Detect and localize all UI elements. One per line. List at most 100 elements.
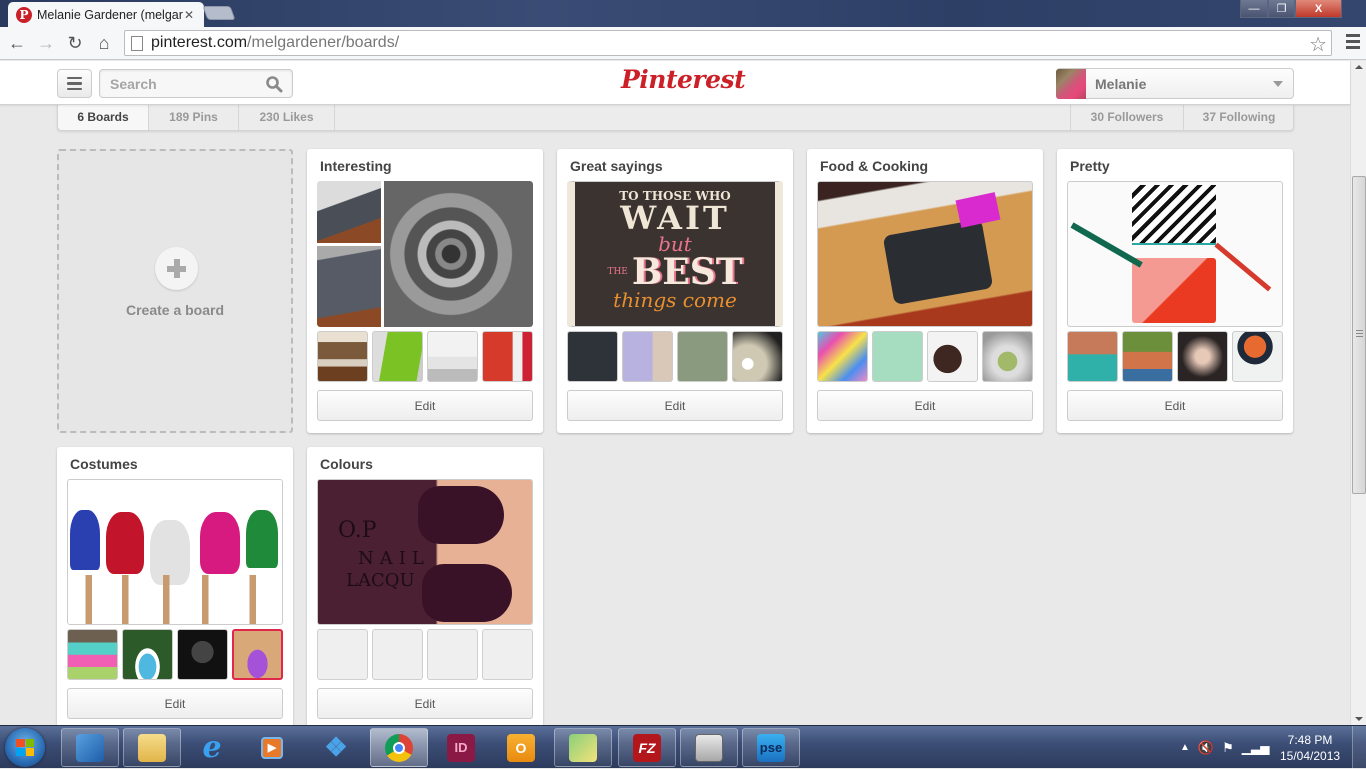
taskbar-sticky-notes[interactable] [554, 728, 612, 767]
chrome-menu-icon[interactable] [1346, 34, 1360, 49]
taskbar-internet-explorer[interactable]: e [183, 728, 241, 767]
clock-date: 15/04/2013 [1280, 749, 1341, 763]
taskbar-calculator[interactable] [680, 728, 738, 767]
board-thumbnails [317, 629, 533, 680]
board-cover-image[interactable] [67, 479, 283, 625]
maximize-button[interactable]: ❐ [1268, 0, 1295, 18]
edit-board-button[interactable]: Edit [567, 390, 783, 421]
start-button[interactable] [5, 728, 45, 767]
edit-board-button[interactable]: Edit [817, 390, 1033, 421]
thumb-image[interactable] [927, 331, 978, 382]
board-cover-image[interactable]: TO THOSE WHO WAIT but THE BEST things co… [567, 181, 783, 327]
edit-board-button[interactable]: Edit [317, 688, 533, 719]
taskbar-dropbox[interactable]: ❖ [307, 728, 365, 767]
show-hidden-icons-icon[interactable]: ▲ [1180, 742, 1190, 753]
minimize-button[interactable]: — [1240, 0, 1268, 18]
thumb-image[interactable] [622, 331, 673, 382]
grip-icon [1356, 330, 1363, 338]
thumb-image[interactable] [232, 629, 283, 680]
taskbar-media-player[interactable]: ▶ [243, 728, 301, 767]
clock-time: 7:48 PM [1287, 733, 1333, 747]
volume-muted-icon[interactable]: 🔇 [1198, 740, 1214, 756]
board-card[interactable]: Great sayings TO THOSE WHO WAIT but THE … [557, 149, 793, 433]
home-icon[interactable]: ⌂ [92, 31, 116, 55]
nail [418, 486, 504, 544]
internet-explorer-icon: e [202, 730, 222, 765]
forward-arrow-icon[interactable]: → [34, 31, 58, 55]
scroll-up-arrow-icon[interactable] [1355, 65, 1363, 69]
thumb-image[interactable] [482, 331, 533, 382]
search-input[interactable] [100, 70, 250, 97]
board-thumbnails [817, 331, 1033, 382]
thumb-image[interactable] [872, 331, 923, 382]
search-icon[interactable] [265, 75, 283, 93]
bookmark-star-icon[interactable]: ☆ [1309, 32, 1327, 57]
back-arrow-icon[interactable]: ← [5, 31, 29, 55]
board-cover-image[interactable] [1067, 181, 1283, 327]
create-board-card[interactable]: Create a board [57, 149, 293, 433]
close-window-button[interactable]: X [1295, 0, 1342, 18]
board-title: Food & Cooking [820, 158, 929, 174]
taskbar-chrome[interactable] [370, 728, 428, 767]
hamburger-menu-button[interactable] [57, 69, 92, 98]
thumb-image[interactable] [67, 629, 118, 680]
thumb-image[interactable] [817, 331, 868, 382]
pinterest-header: Pinterest Melanie [0, 61, 1350, 105]
thumb-image[interactable] [677, 331, 728, 382]
thumb-image[interactable] [177, 629, 228, 680]
thumb-image[interactable] [732, 331, 783, 382]
browser-tab-active[interactable]: P Melanie Gardener (melgar ✕ [8, 2, 204, 28]
pink-clutch [1132, 258, 1216, 323]
pinterest-logo[interactable]: Pinterest [621, 65, 746, 94]
thumb-image[interactable] [427, 331, 478, 382]
taskbar-outlook[interactable]: O [492, 728, 550, 767]
new-tab-button[interactable] [202, 6, 236, 20]
dancer [200, 512, 240, 574]
board-thumbnails [567, 331, 783, 382]
show-desktop-button[interactable] [1352, 726, 1366, 769]
thumb-image[interactable] [1067, 331, 1118, 382]
thumb-image[interactable] [1177, 331, 1228, 382]
system-tray: ▲ 🔇 ⚑ ▁▃▅ [1180, 726, 1269, 769]
address-bar[interactable]: pinterest.com/melgardener/boards/ ☆ [124, 30, 1332, 56]
taskbar-libraries[interactable] [61, 728, 119, 767]
thumb-image[interactable] [317, 331, 368, 382]
thumb-image[interactable] [372, 331, 423, 382]
cover-text: NAIL [358, 548, 430, 569]
edit-board-button[interactable]: Edit [317, 390, 533, 421]
board-cover-image[interactable] [817, 181, 1033, 327]
scrollbar-thumb[interactable] [1352, 176, 1366, 494]
taskbar-filezilla[interactable]: FZ [618, 728, 676, 767]
taskbar-photoshop-elements[interactable]: pse [742, 728, 800, 767]
board-card[interactable]: Colours O.P NAIL LACQU Edit [307, 447, 543, 731]
thumb-image[interactable] [1122, 331, 1173, 382]
board-card[interactable]: Food & Cooking Edit [807, 149, 1043, 433]
legs [68, 575, 282, 624]
edit-board-button[interactable]: Edit [67, 688, 283, 719]
system-clock[interactable]: 7:48 PM 15/04/2013 [1280, 732, 1340, 764]
reload-icon[interactable]: ↻ [63, 31, 87, 55]
thumb-image[interactable] [567, 331, 618, 382]
tab-close-icon[interactable]: ✕ [184, 8, 194, 22]
thumb-image[interactable] [1232, 331, 1283, 382]
action-center-flag-icon[interactable]: ⚑ [1222, 740, 1234, 756]
board-title: Great sayings [570, 158, 663, 174]
board-card[interactable]: Pretty Edit [1057, 149, 1293, 433]
board-cover-image[interactable] [317, 181, 533, 327]
user-name: Melanie [1095, 75, 1147, 92]
board-title: Costumes [70, 456, 138, 472]
scroll-down-arrow-icon[interactable] [1355, 717, 1363, 721]
vertical-scrollbar[interactable] [1350, 61, 1366, 725]
taskbar-indesign[interactable]: ID [432, 728, 490, 767]
thumb-image[interactable] [982, 331, 1033, 382]
network-signal-icon[interactable]: ▁▃▅ [1242, 741, 1270, 755]
board-cover-image[interactable]: O.P NAIL LACQU [317, 479, 533, 625]
taskbar-file-explorer[interactable] [123, 728, 181, 767]
thumb-image[interactable] [122, 629, 173, 680]
outlook-icon: O [507, 733, 535, 762]
user-menu-button[interactable]: Melanie [1056, 68, 1294, 99]
pinterest-favicon-icon: P [16, 7, 32, 23]
edit-board-button[interactable]: Edit [1067, 390, 1283, 421]
board-card[interactable]: Costumes Edit [57, 447, 293, 731]
board-card[interactable]: Interesting Edit [307, 149, 543, 433]
